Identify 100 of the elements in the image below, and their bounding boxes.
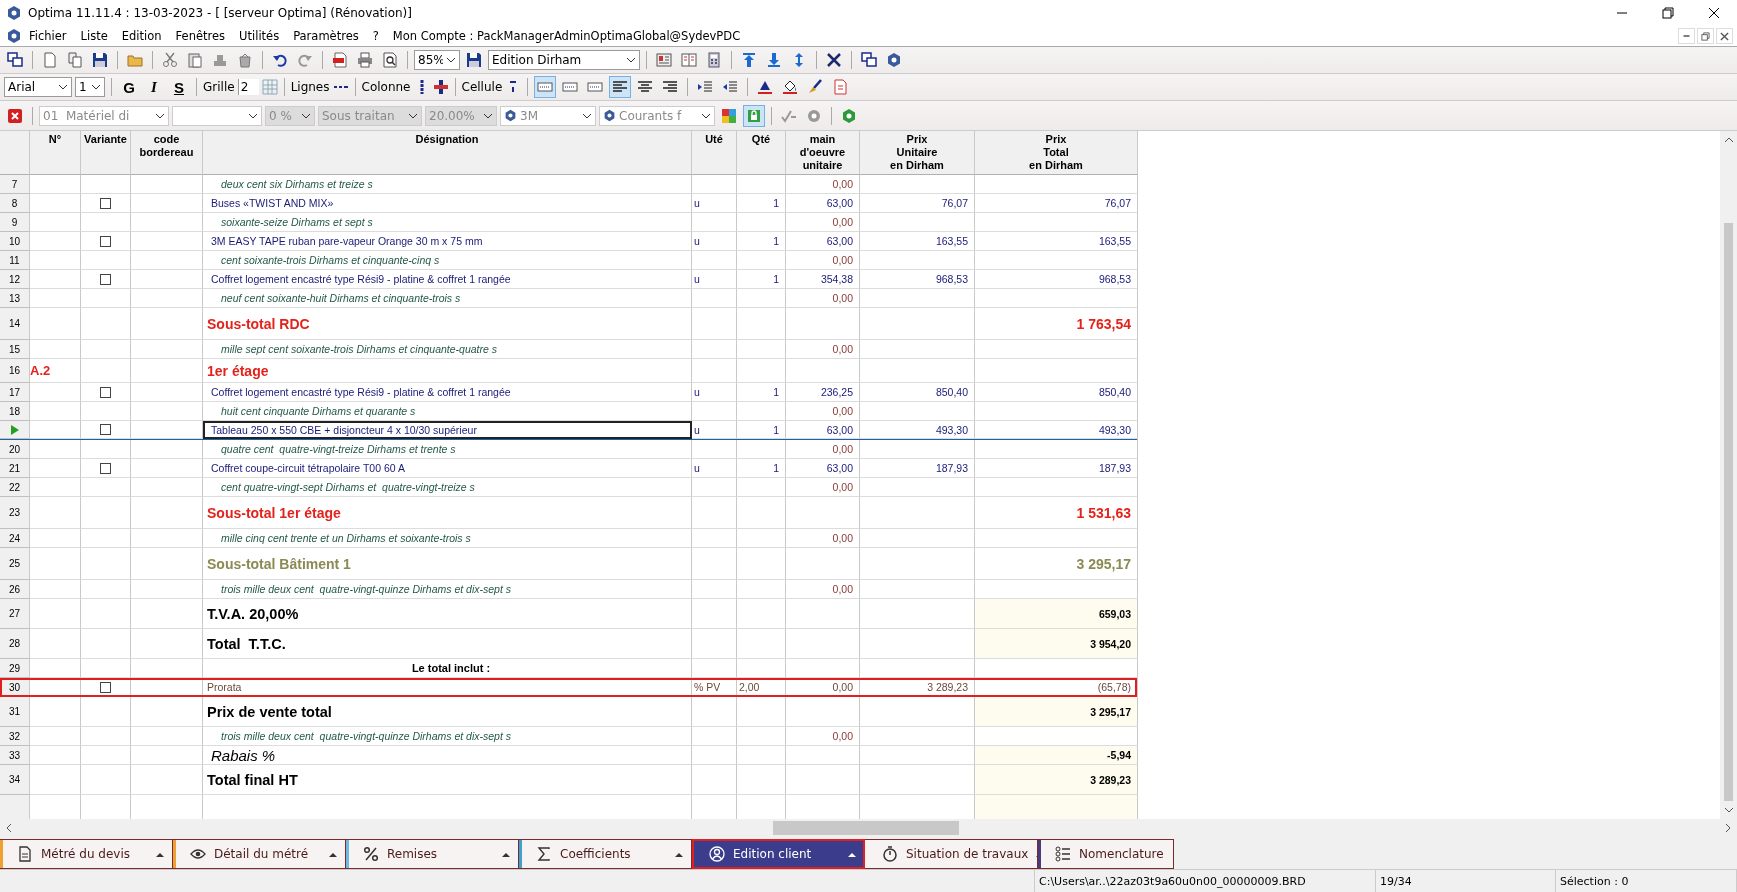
- bold-button[interactable]: G: [118, 76, 140, 98]
- table-row[interactable]: Tableau 250 x 550 CBE + disjoncteur 4 x 10/30 supérieur u 1 63,00 493,30 493,30: [0, 421, 1137, 440]
- checkbox[interactable]: [100, 424, 111, 435]
- caret-icon[interactable]: [675, 851, 683, 857]
- row-header[interactable]: 13: [0, 289, 30, 308]
- row-header[interactable]: 25: [0, 548, 30, 580]
- caret-icon[interactable]: [848, 851, 856, 857]
- filter-dropdown[interactable]: Courants f: [599, 105, 715, 126]
- row-header[interactable]: 26: [0, 580, 30, 599]
- font-size-dropdown[interactable]: 1: [75, 77, 105, 97]
- row-header[interactable]: 18: [0, 402, 30, 421]
- row-header[interactable]: 7: [0, 175, 30, 194]
- horizontal-scrollbar[interactable]: [0, 819, 1737, 837]
- row-header[interactable]: 31: [0, 697, 30, 727]
- checkbox[interactable]: [100, 681, 111, 693]
- tab[interactable]: Remises: [346, 839, 519, 869]
- tab[interactable]: Métré du devis: [0, 839, 173, 869]
- row-header[interactable]: 14: [0, 308, 30, 340]
- strikethrough-button[interactable]: S: [168, 76, 190, 98]
- table-row[interactable]: 11 cent soixante-trois Dirhams et cinquante-cinq s 0,00: [0, 251, 1137, 270]
- checkbox[interactable]: [100, 197, 111, 209]
- caret-icon[interactable]: [502, 851, 510, 857]
- table-row[interactable]: 26 trois mille deux cent quatre-vingt-quinze Dirhams et dix-sept s 0,00: [0, 580, 1137, 599]
- align-left-button[interactable]: [609, 76, 632, 98]
- chevron-left-icon[interactable]: [4, 823, 14, 833]
- table-row[interactable]: 12 Coffret logement encastré type Rési9 - platine & coffret 1 rangée u 1 354,38 968,53 968,53: [0, 270, 1137, 289]
- menu-item[interactable]: Fenêtres: [168, 29, 233, 43]
- row-header[interactable]: 33: [0, 746, 30, 765]
- caret-icon[interactable]: [156, 851, 164, 857]
- table-row[interactable]: 23 Sous-total 1er étage 1 531,63: [0, 497, 1137, 529]
- table-row[interactable]: 9 soixante-seize Dirhams et sept s 0,00: [0, 213, 1137, 232]
- menu-item[interactable]: ?: [365, 29, 386, 43]
- tab[interactable]: Coefficients: [519, 839, 692, 869]
- row-header[interactable]: 11: [0, 251, 30, 270]
- caret-icon[interactable]: [329, 851, 337, 857]
- row-header[interactable]: 22: [0, 478, 30, 497]
- table-row[interactable]: 30 Prorata % PV 2,00 0,00 3 289,23 (65,78): [0, 678, 1137, 697]
- tab[interactable]: Détail du métré: [173, 839, 346, 869]
- table-row[interactable]: 13 neuf cent soixante-huit Dirhams et cinquante-trois s 0,00: [0, 289, 1137, 308]
- menu-item[interactable]: Fichier: [22, 29, 74, 43]
- minimize-button[interactable]: [1678, 28, 1695, 44]
- table-row[interactable]: 17 Coffret logement encastré type Rési9 - platine & coffret 1 rangée u 1 236,25 850,40 850,40: [0, 383, 1137, 402]
- chevron-down-icon[interactable]: [1723, 805, 1734, 815]
- row-header[interactable]: 20: [0, 440, 30, 459]
- scrollbar-thumb[interactable]: [773, 821, 959, 835]
- italic-button[interactable]: I: [143, 76, 165, 98]
- tab[interactable]: Edition client: [692, 839, 865, 869]
- table-row[interactable]: 16 A.2 1er étage: [0, 359, 1137, 383]
- menu-item[interactable]: Liste: [73, 29, 115, 43]
- menu-item[interactable]: Utilités: [232, 29, 287, 43]
- row-header[interactable]: [0, 421, 30, 439]
- checkbox[interactable]: [100, 462, 111, 474]
- row-header[interactable]: 34: [0, 765, 30, 795]
- row-header[interactable]: 32: [0, 727, 30, 746]
- row-header[interactable]: 27: [0, 599, 30, 629]
- checkbox[interactable]: [100, 386, 111, 398]
- table-row[interactable]: 24 mille cinq cent trente et un Dirhams et soixante-trois s 0,00: [0, 529, 1137, 548]
- tab[interactable]: Situation de travaux: [865, 839, 1038, 869]
- filter-dropdown[interactable]: 3M: [500, 105, 596, 126]
- table-row[interactable]: 8 Buses «TWIST AND MIX» u 1 63,00 76,07 76,07: [0, 194, 1137, 213]
- row-header[interactable]: 28: [0, 629, 30, 659]
- row-header[interactable]: 15: [0, 340, 30, 359]
- font-dropdown[interactable]: Arial: [4, 77, 72, 97]
- chevron-right-icon[interactable]: [1723, 823, 1733, 833]
- row-header[interactable]: 9: [0, 213, 30, 232]
- table-row[interactable]: 27 T.V.A. 20,00% 659,03: [0, 599, 1137, 629]
- close-button[interactable]: [1716, 28, 1733, 44]
- row-header[interactable]: 24: [0, 529, 30, 548]
- table-row[interactable]: 22 cent quatre-vingt-sept Dirhams et quatre-vingt-treize s 0,00: [0, 478, 1137, 497]
- row-header[interactable]: 23: [0, 497, 30, 529]
- vertical-scrollbar[interactable]: [1720, 131, 1737, 819]
- row-header[interactable]: 21: [0, 459, 30, 478]
- table-row[interactable]: 14 Sous-total RDC 1 763,54: [0, 308, 1137, 340]
- table-row[interactable]: 28 Total T.T.C. 3 954,20: [0, 629, 1137, 659]
- row-header[interactable]: 8: [0, 194, 30, 213]
- table-row[interactable]: 25 Sous-total Bâtiment 1 3 295,17: [0, 548, 1137, 580]
- table-row[interactable]: 34 Total final HT 3 289,23: [0, 765, 1137, 795]
- table-row[interactable]: 20 quatre cent quatre-vingt-treize Dirhams et trente s 0,00: [0, 440, 1137, 459]
- checkbox[interactable]: [100, 235, 111, 247]
- view-dropdown[interactable]: Edition Dirham: [488, 50, 640, 70]
- menu-item[interactable]: Edition: [114, 29, 169, 43]
- table-row[interactable]: 32 trois mille deux cent quatre-vingt-quinze Dirhams et dix-sept s 0,00: [0, 727, 1137, 746]
- row-header[interactable]: 12: [0, 270, 30, 289]
- table-row[interactable]: 10 3M EASY TAPE ruban pare-vapeur Orange 30 m x 75 mm u 1 63,00 163,55 163,55: [0, 232, 1137, 251]
- table-row[interactable]: 29 Le total inclut :: [0, 659, 1137, 678]
- scrollbar-thumb[interactable]: [1724, 223, 1733, 801]
- menu-item[interactable]: Paramètres: [286, 29, 366, 43]
- row-header[interactable]: 30: [0, 678, 30, 697]
- border-style-button[interactable]: [534, 76, 557, 98]
- row-header[interactable]: 10: [0, 232, 30, 251]
- grid-field[interactable]: 2: [237, 79, 259, 95]
- filter-dropdown[interactable]: 01 Matériel di: [39, 105, 169, 126]
- table-row[interactable]: 31 Prix de vente total 3 295,17: [0, 697, 1137, 727]
- row-header[interactable]: 29: [0, 659, 30, 678]
- row-header[interactable]: 17: [0, 383, 30, 402]
- table-row[interactable]: 15 mille sept cent soixante-trois Dirhams et cinquante-quatre s 0,00: [0, 340, 1137, 359]
- checkbox[interactable]: [100, 273, 111, 285]
- chevron-up-icon[interactable]: [1723, 135, 1734, 145]
- column-cross-icon[interactable]: [432, 79, 449, 95]
- table-row[interactable]: 18 huit cent cinquante Dirhams et quarante s 0,00: [0, 402, 1137, 421]
